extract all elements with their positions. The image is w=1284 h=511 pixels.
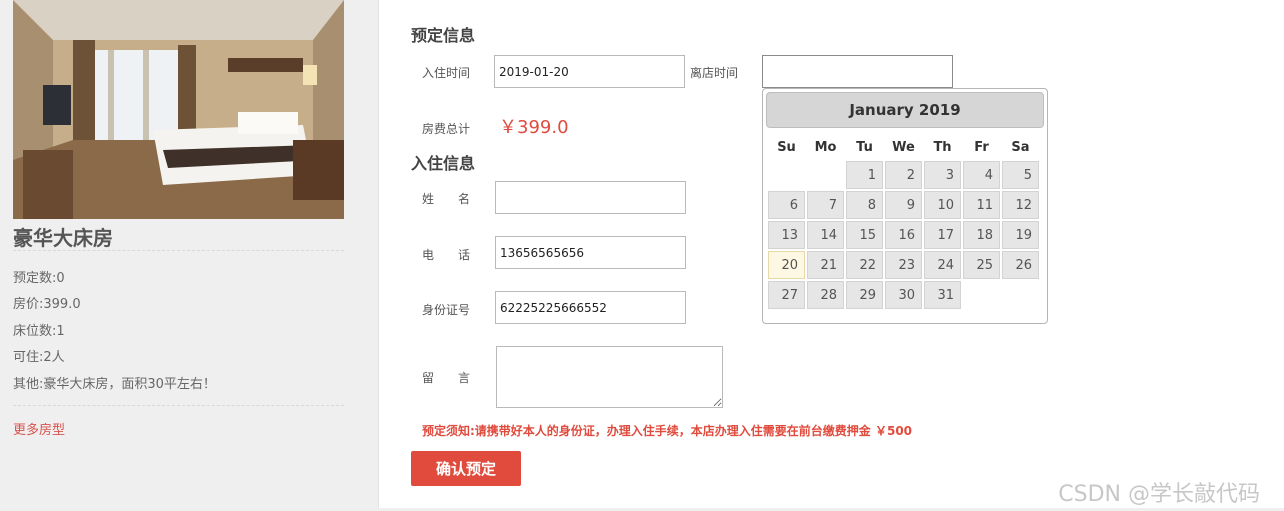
calendar-day[interactable]: 31	[924, 281, 961, 309]
room-sidebar: 豪华大床房 预定数:0 房价:399.0 床位数:1 可住:2人 其他:豪华大床…	[0, 0, 360, 511]
confirm-booking-button[interactable]: 确认预定	[411, 451, 521, 486]
id-number-label: 身份证号	[422, 303, 471, 317]
calendar-day[interactable]: 2	[885, 161, 922, 189]
calendar-blank-cell	[768, 161, 805, 189]
total-price: ￥399.0	[499, 117, 569, 138]
calendar-day[interactable]: 27	[768, 281, 805, 309]
calendar-day[interactable]: 4	[963, 161, 1000, 189]
calendar-day[interactable]: 24	[924, 251, 961, 279]
message-textarea[interactable]	[496, 346, 723, 408]
calendar-day[interactable]: 29	[846, 281, 883, 309]
checkout-date-input[interactable]	[762, 55, 953, 88]
calendar-day[interactable]: 13	[768, 221, 805, 249]
hotel-room-image	[13, 0, 344, 219]
calendar-month-title: January 2019	[766, 92, 1044, 128]
booking-form: 预定信息 入住时间 离店时间 房费总计 ￥399.0 入住信息 姓 名 电 话 …	[378, 0, 1284, 508]
id-number-input[interactable]	[495, 291, 686, 324]
weekday-header: Mo	[814, 139, 837, 155]
calendar-day[interactable]: 25	[963, 251, 1000, 279]
booking-section-title: 预定信息	[411, 26, 476, 45]
checkin-label: 入住时间	[422, 66, 471, 80]
datepicker-popup: January 2019 Su Mo Tu We Th Fr Sa 1 2 3 4 5 6 7 8 9 10 11…	[762, 88, 1048, 324]
calendar-day[interactable]: 28	[807, 281, 844, 309]
calendar-day[interactable]: 26	[1002, 251, 1039, 279]
calendar-day[interactable]: 30	[885, 281, 922, 309]
weekday-header: Tu	[856, 139, 873, 155]
weekday-header: Su	[777, 139, 796, 155]
calendar-day[interactable]: 15	[846, 221, 883, 249]
calendar-day[interactable]: 22	[846, 251, 883, 279]
phone-input[interactable]	[495, 236, 686, 269]
calendar-day[interactable]: 23	[885, 251, 922, 279]
calendar-day[interactable]: 14	[807, 221, 844, 249]
guest-section-title: 入住信息	[411, 154, 476, 173]
divider	[13, 250, 344, 251]
room-description: 其他:豪华大床房，面积30平左右！	[13, 377, 216, 392]
booking-notice: 预定须知:请携带好本人的身份证，办理入住手续，本店办理入住需要在前台缴费押金 ￥…	[422, 424, 913, 438]
calendar-day[interactable]: 12	[1002, 191, 1039, 219]
calendar-day-today[interactable]: 20	[768, 251, 805, 279]
total-label: 房费总计	[422, 122, 471, 136]
room-photo	[13, 0, 344, 219]
calendar-grid: Su Mo Tu We Th Fr Sa 1 2 3 4 5 6 7 8 9 10 11 12 13 14 15 16 17 1…	[768, 133, 1044, 311]
calendar-day[interactable]: 10	[924, 191, 961, 219]
calendar-day[interactable]: 17	[924, 221, 961, 249]
watermark: CSDN @学长敲代码	[1058, 482, 1260, 507]
booking-count: 预定数:0	[13, 271, 65, 286]
calendar-day[interactable]: 18	[963, 221, 1000, 249]
weekday-header: Sa	[1011, 139, 1030, 155]
weekday-header: We	[892, 139, 915, 155]
capacity: 可住:2人	[13, 350, 65, 365]
calendar-day[interactable]: 19	[1002, 221, 1039, 249]
calendar-day[interactable]: 11	[963, 191, 1000, 219]
divider	[13, 405, 344, 406]
room-price: 房价:399.0	[13, 297, 81, 312]
calendar-day[interactable]: 3	[924, 161, 961, 189]
name-input[interactable]	[495, 181, 686, 214]
calendar-day[interactable]: 5	[1002, 161, 1039, 189]
weekday-header: Th	[933, 139, 952, 155]
calendar-day[interactable]: 21	[807, 251, 844, 279]
calendar-blank-cell	[807, 161, 844, 189]
room-name: 豪华大床房	[13, 226, 113, 250]
calendar-day[interactable]: 16	[885, 221, 922, 249]
calendar-day[interactable]: 9	[885, 191, 922, 219]
phone-label: 电 话	[422, 248, 471, 262]
weekday-header: Fr	[974, 139, 989, 155]
name-label: 姓 名	[422, 192, 471, 206]
calendar-day[interactable]: 7	[807, 191, 844, 219]
bed-count: 床位数:1	[13, 324, 65, 339]
calendar-day[interactable]: 8	[846, 191, 883, 219]
checkin-date-input[interactable]	[494, 55, 685, 88]
calendar-day[interactable]: 1	[846, 161, 883, 189]
checkout-label: 离店时间	[690, 66, 739, 80]
calendar-day[interactable]: 6	[768, 191, 805, 219]
more-room-types-link[interactable]: 更多房型	[13, 419, 65, 438]
message-label: 留 言	[422, 371, 471, 385]
